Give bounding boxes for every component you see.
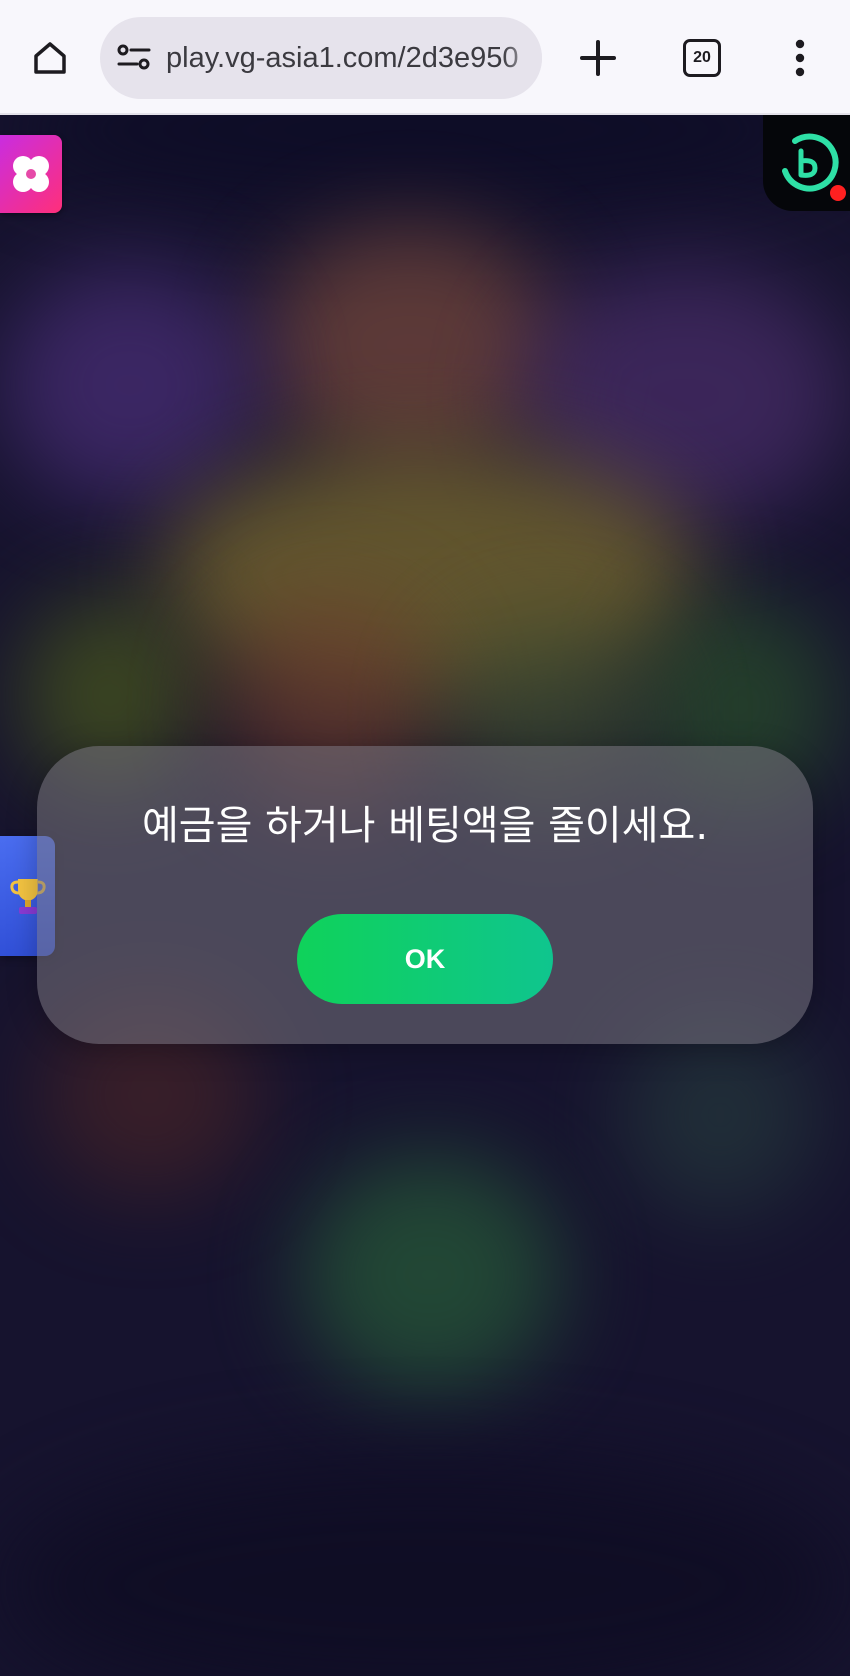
background-blur [0,265,260,505]
url-fade [502,17,542,99]
dialog-message: 예금을 하거나 베팅액을 줄이세요. [141,803,709,849]
alert-dialog: 예금을 하거나 베팅액을 줄이세요. OK [37,746,813,1044]
tab-count: 20 [693,49,711,66]
brand-logo[interactable] [763,115,850,211]
address-bar[interactable]: play.vg-asia1.com/2d3e950 [100,17,542,99]
home-icon [34,42,66,74]
background-blur [620,1015,820,1215]
tab-switcher-button[interactable]: 20 [672,28,732,88]
site-settings-icon[interactable] [114,37,154,77]
new-tab-button[interactable] [570,28,626,88]
background-blur [0,115,850,205]
background-blur [300,1155,560,1395]
background-blur [260,225,560,465]
url-text[interactable]: play.vg-asia1.com/2d3e950 [166,17,534,99]
background-blur [0,1455,850,1676]
notification-dot [830,185,846,201]
more-menu-button[interactable] [778,28,822,88]
browser-toolbar: play.vg-asia1.com/2d3e950 20 [0,0,850,115]
clover-icon [13,156,49,192]
clover-badge-button[interactable] [0,135,62,213]
brand-logo-icon [781,133,838,192]
more-vert-icon [795,39,805,77]
ok-button[interactable]: OK [297,914,553,1004]
tab-switcher-icon: 20 [683,39,721,77]
plus-icon [580,40,616,76]
home-button[interactable] [22,28,78,88]
